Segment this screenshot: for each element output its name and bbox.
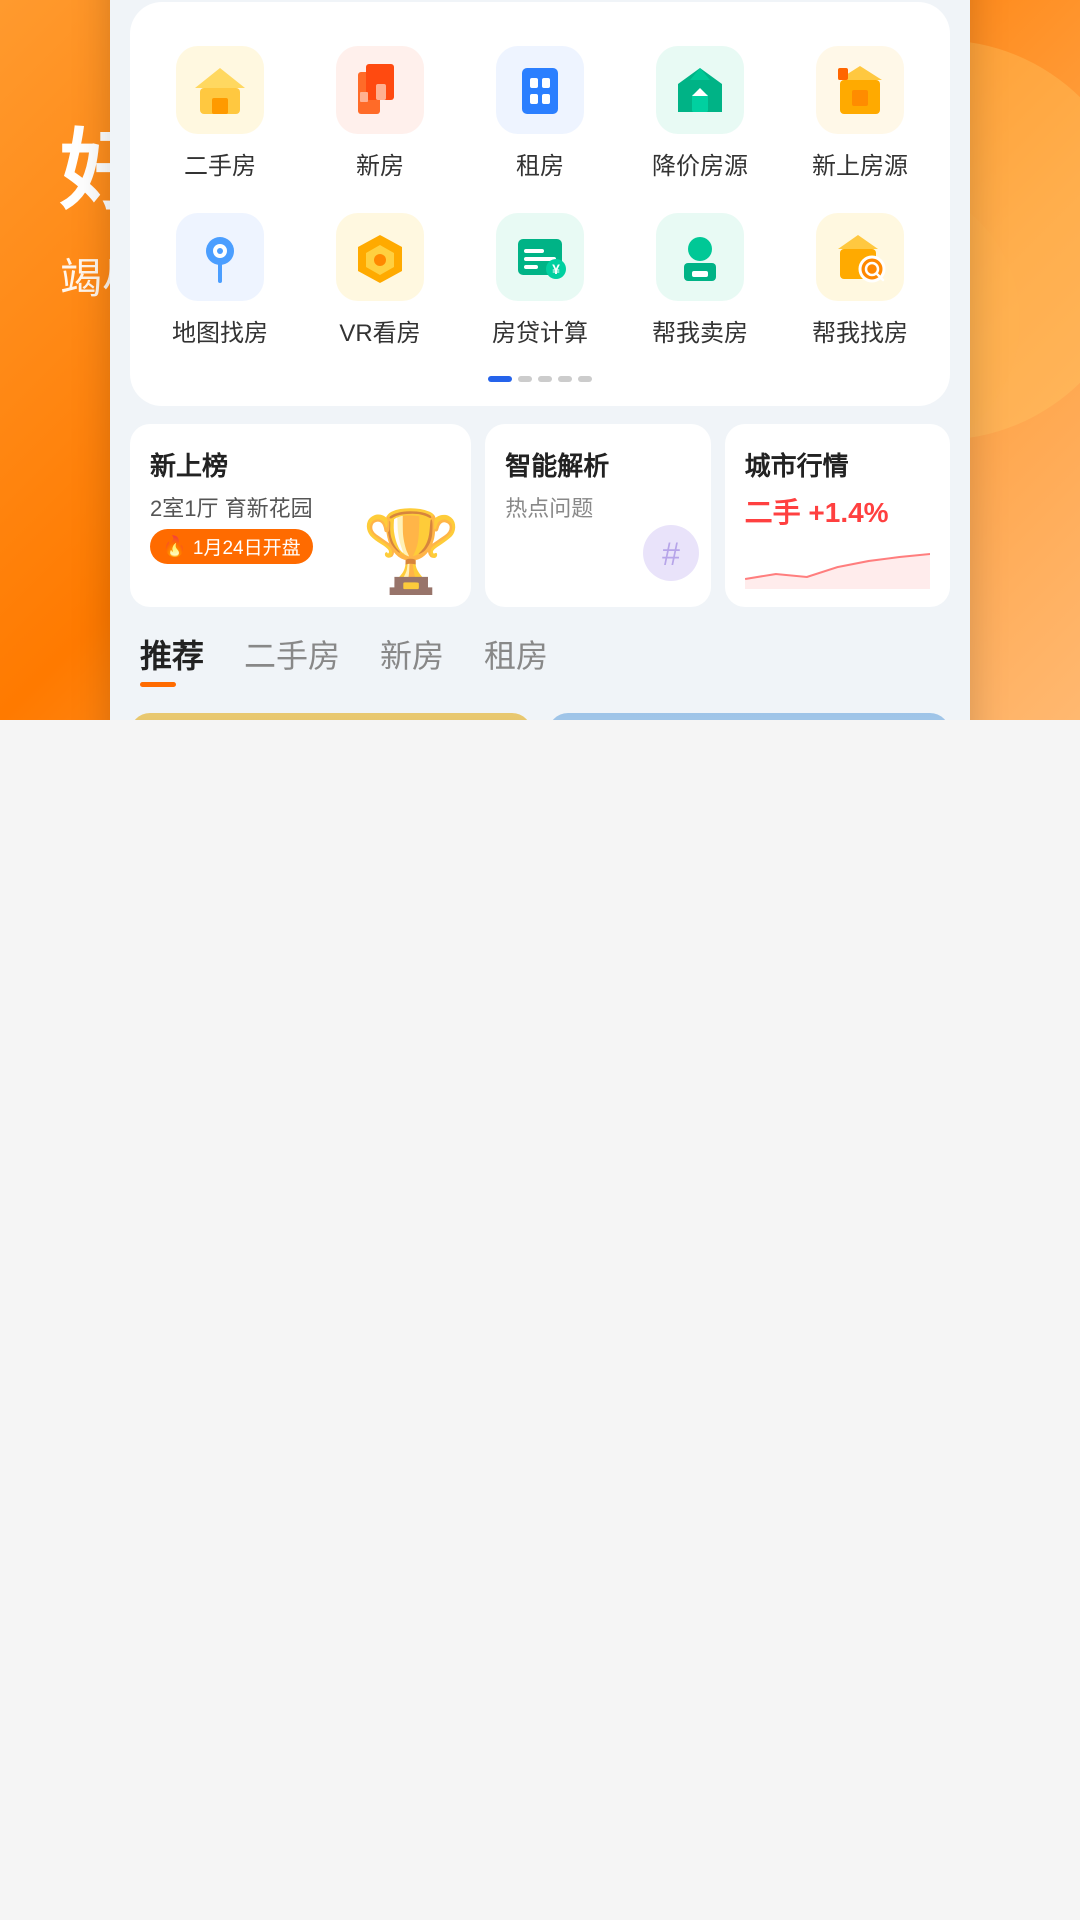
market-title: 城市行情 — [745, 446, 930, 483]
menu-item-find[interactable]: 帮我找房 — [780, 199, 940, 366]
menu-item-pricedown[interactable]: 降价房源 — [620, 32, 780, 199]
menu-label-vr: VR看房 — [339, 313, 420, 348]
dot-4 — [558, 376, 572, 382]
menu-label-rent: 租房 — [516, 146, 564, 181]
property-cards-row: 2室2厅 华龙美晟 82㎡ 南 北 东城 永定门 抢手房源 唯一住房 南北通透 — [130, 713, 950, 720]
market-card[interactable]: 城市行情 二手 +1.4% — [725, 424, 950, 607]
menu-label-secondhand: 二手房 — [184, 146, 256, 181]
tab-rent[interactable]: 租房 — [484, 631, 548, 683]
dot-1 — [488, 376, 512, 382]
svg-text:¥: ¥ — [552, 261, 560, 277]
hero-section: 好人 好房 好内容 竭尽全力为您寻找完美的家 9:41 📶 — [0, 0, 1080, 720]
dot-5 — [578, 376, 592, 382]
dot-3 — [538, 376, 552, 382]
property-card-2[interactable]: 新房 西红门橡树湾二期 大兴 西红门 建面 128-148㎡ 小型社区 住宅 — [548, 713, 950, 720]
menu-item-newhouse[interactable]: 新房 — [300, 32, 460, 199]
menu-item-mapfind[interactable]: 地图找房 — [140, 199, 300, 366]
menu-item-rent[interactable]: 租房 — [460, 32, 620, 199]
menu-label-newhouse: 新房 — [356, 146, 404, 181]
svg-text:#: # — [662, 536, 680, 572]
menu-label-loan: 房贷计算 — [492, 313, 588, 348]
menu-label-mapfind: 地图找房 — [172, 313, 268, 348]
tab-secondhand[interactable]: 二手房 — [244, 631, 340, 683]
menu-item-secondhand[interactable]: 二手房 — [140, 32, 300, 199]
analysis-title: 智能解析 — [505, 446, 690, 483]
analysis-card[interactable]: 智能解析 热点问题 # — [485, 424, 710, 607]
property-card-1[interactable]: 2室2厅 华龙美晟 82㎡ 南 北 东城 永定门 抢手房源 唯一住房 南北通透 — [130, 713, 532, 720]
menu-label-sell: 帮我卖房 — [652, 313, 748, 348]
analysis-sub: 热点问题 — [505, 491, 690, 523]
menu-item-loan[interactable]: ¥ 房贷计算 — [460, 199, 620, 366]
trophy-icon: 🏆 — [362, 505, 462, 599]
new-listing-card[interactable]: 新上榜 2室1厅 育新花园 🔥 1月24日开盘 🏆 — [130, 424, 471, 607]
menu-label-new-listing: 新上房源 — [812, 146, 908, 181]
new-listing-badge-text: 1月24日开盘 — [193, 533, 301, 560]
menu-label-pricedown: 降价房源 — [652, 146, 748, 181]
menu-grid: 二手房 新房 — [130, 2, 950, 406]
info-cards-row: 新上榜 2室1厅 育新花园 🔥 1月24日开盘 🏆 智能解析 热点问题 # — [130, 424, 950, 607]
phone-mockup: 9:41 📶 北京 ▾ 🔍 海淀 — [110, 0, 970, 720]
slider-dots — [140, 376, 940, 382]
property-tabs: 推荐 二手房 新房 租房 — [140, 631, 940, 683]
tab-recommend[interactable]: 推荐 — [140, 631, 204, 683]
dot-2 — [518, 376, 532, 382]
menu-item-vr[interactable]: VR看房 — [300, 199, 460, 366]
menu-item-sell[interactable]: 帮我卖房 — [620, 199, 780, 366]
market-value: 二手 +1.4% — [745, 491, 930, 531]
new-listing-badge: 🔥 1月24日开盘 — [150, 529, 313, 564]
menu-label-find: 帮我找房 — [812, 313, 908, 348]
menu-item-new-listing[interactable]: 新上房源 — [780, 32, 940, 199]
tab-newhouse[interactable]: 新房 — [380, 631, 444, 683]
below-hero-content — [0, 1340, 1080, 1780]
new-listing-title: 新上榜 — [150, 446, 451, 483]
